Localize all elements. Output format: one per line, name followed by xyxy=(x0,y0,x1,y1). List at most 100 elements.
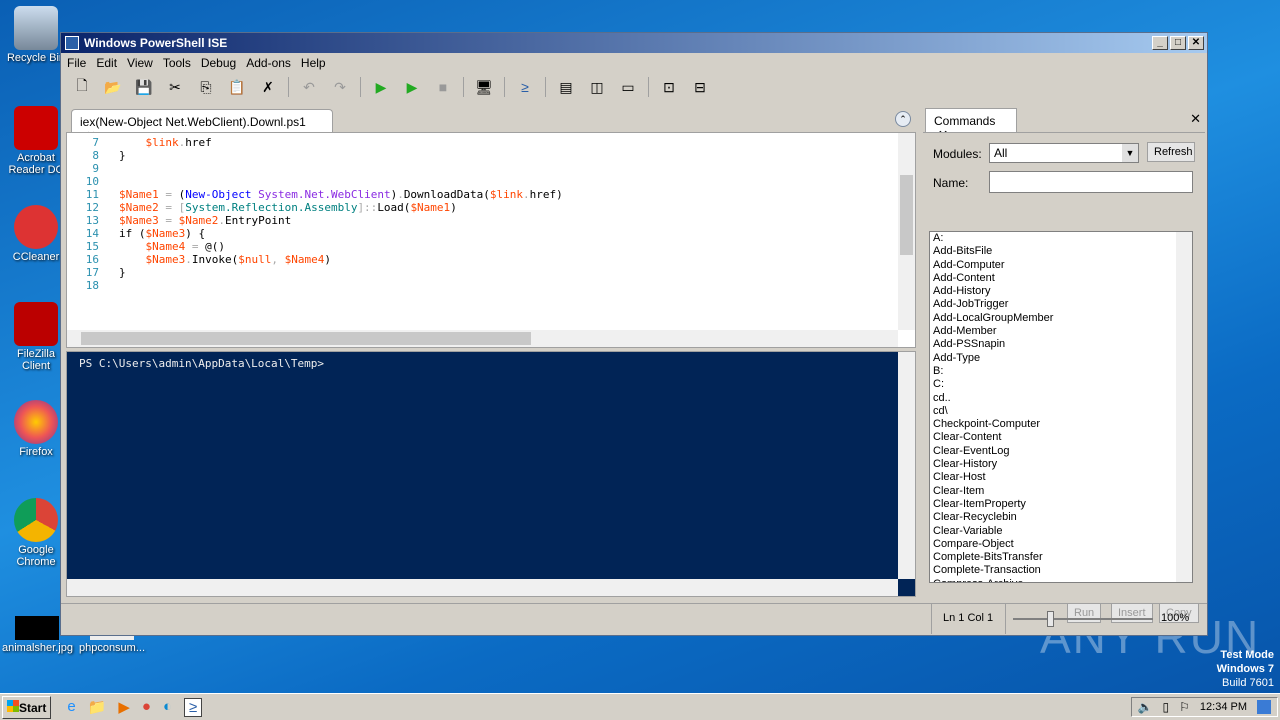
code-line: 16 $Name3.Invoke($null, $Name4) xyxy=(67,253,898,266)
chevron-down-icon[interactable]: ▼ xyxy=(1122,144,1138,162)
token-var: $Name3 xyxy=(145,227,186,240)
command-item[interactable]: Compare-Object xyxy=(930,538,1192,551)
chrome-icon[interactable]: ● xyxy=(142,698,151,717)
flag-icon[interactable]: ⚐ xyxy=(1179,700,1190,714)
open-icon[interactable]: 📂 xyxy=(102,76,124,98)
command-item[interactable]: Compress-Archive xyxy=(930,578,1192,582)
layout-top-icon[interactable]: ▤ xyxy=(555,76,577,98)
command-item[interactable]: Add-LocalGroupMember xyxy=(930,312,1192,325)
command-item[interactable]: Add-History xyxy=(930,285,1192,298)
powershell-ise-task-icon[interactable]: ≥ xyxy=(184,697,203,717)
command-item[interactable]: cd.. xyxy=(930,392,1192,405)
command-item[interactable]: Add-JobTrigger xyxy=(930,298,1192,311)
windows-logo-icon xyxy=(7,699,19,712)
command-item[interactable]: C: xyxy=(930,378,1192,391)
ie-icon[interactable]: e xyxy=(67,698,75,717)
paste-icon[interactable]: 📋 xyxy=(226,76,248,98)
refresh-button[interactable]: Refresh xyxy=(1147,142,1195,162)
code-area[interactable]: 7 $link.href 8} 9 10 11 $Name1 = (New-Object … xyxy=(67,133,898,330)
command-item[interactable]: A: xyxy=(930,232,1192,245)
start-button[interactable]: Start xyxy=(2,695,52,719)
command-item[interactable]: Add-Computer xyxy=(930,259,1192,272)
run-selection-icon[interactable]: ▶ xyxy=(401,76,423,98)
console-horizontal-scrollbar[interactable] xyxy=(67,579,898,596)
show-desktop-icon[interactable] xyxy=(1257,700,1271,714)
command-item[interactable]: Clear-History xyxy=(930,458,1192,471)
clock[interactable]: 12:34 PM xyxy=(1200,701,1247,713)
volume-icon[interactable]: 🔈 xyxy=(1138,700,1153,714)
zoom-slider[interactable] xyxy=(1013,611,1153,627)
cut-icon[interactable]: ✂ xyxy=(164,76,186,98)
minimize-button[interactable]: _ xyxy=(1152,36,1168,50)
menu-help[interactable]: Help xyxy=(301,56,326,70)
show-commands-icon[interactable]: ⊟ xyxy=(689,76,711,98)
recycle-bin-icon xyxy=(14,6,58,50)
command-item[interactable]: Clear-EventLog xyxy=(930,445,1192,458)
redo-icon[interactable]: ↷ xyxy=(329,76,351,98)
edge-icon[interactable]: ◐ xyxy=(163,698,172,717)
console-pane[interactable]: PS C:\Users\admin\AppData\Local\Temp> xyxy=(66,351,916,597)
tab-commands[interactable]: Commands ✕ xyxy=(925,108,1017,142)
explorer-icon[interactable]: 📁 xyxy=(88,698,107,717)
media-player-icon[interactable]: ▶ xyxy=(118,698,130,717)
close-button[interactable]: ✕ xyxy=(1188,36,1204,50)
network-icon[interactable]: ▯ xyxy=(1163,700,1170,714)
layout-right-icon[interactable]: ◫ xyxy=(586,76,608,98)
command-item[interactable]: Clear-Recyclebin xyxy=(930,511,1192,524)
menu-edit[interactable]: Edit xyxy=(96,56,117,70)
editor-horizontal-scrollbar[interactable] xyxy=(67,330,898,347)
command-item[interactable]: Checkpoint-Computer xyxy=(930,418,1192,431)
stop-icon[interactable]: ■ xyxy=(432,76,454,98)
token-var: $Name1 xyxy=(119,188,159,201)
layout-max-icon[interactable]: ▭ xyxy=(617,76,639,98)
menu-view[interactable]: View xyxy=(127,56,153,70)
command-item[interactable]: Clear-Content xyxy=(930,431,1192,444)
command-item[interactable]: Complete-Transaction xyxy=(930,564,1192,577)
console-vertical-scrollbar[interactable] xyxy=(898,352,915,579)
editor-vertical-scrollbar[interactable] xyxy=(898,133,915,330)
modules-select[interactable]: All ▼ xyxy=(989,143,1139,163)
collapse-script-pane-icon[interactable]: ⌃ xyxy=(895,111,911,127)
line-number: 15 xyxy=(85,240,99,253)
scroll-thumb[interactable] xyxy=(81,332,531,345)
remote-icon[interactable]: 🖥 xyxy=(473,76,495,98)
command-item[interactable]: Clear-Variable xyxy=(930,525,1192,538)
command-item[interactable]: Add-BitsFile xyxy=(930,245,1192,258)
script-editor[interactable]: 7 $link.href 8} 9 10 11 $Name1 = (New-Object … xyxy=(66,132,916,348)
commands-list-scrollbar[interactable] xyxy=(1176,232,1192,582)
powershell-icon[interactable]: ≥ xyxy=(514,76,536,98)
token-tname: System.Reflection.Assembly xyxy=(185,201,358,214)
new-icon[interactable]: 🗋 xyxy=(71,76,93,98)
menu-file[interactable]: File xyxy=(67,56,86,70)
tab-script[interactable]: iex(New-Object Net.WebClient).Downl.ps1 … xyxy=(71,109,333,143)
close-panel-icon[interactable]: ✕ xyxy=(1190,111,1201,127)
command-item[interactable]: Clear-Host xyxy=(930,471,1192,484)
command-item[interactable]: Clear-Item xyxy=(930,485,1192,498)
command-item[interactable]: cd\ xyxy=(930,405,1192,418)
show-script-icon[interactable]: ⊡ xyxy=(658,76,680,98)
modules-label: Modules: xyxy=(933,147,982,161)
save-icon[interactable]: 💾 xyxy=(133,76,155,98)
menu-addons[interactable]: Add-ons xyxy=(246,56,291,70)
title-bar[interactable]: Windows PowerShell ISE _ □ ✕ xyxy=(61,33,1207,53)
menu-tools[interactable]: Tools xyxy=(163,56,191,70)
token-plain: Invoke( xyxy=(191,253,239,266)
name-input[interactable] xyxy=(989,171,1193,193)
command-item[interactable]: Complete-BitsTransfer xyxy=(930,551,1192,564)
commands-list[interactable]: A: Add-BitsFile Add-Computer Add-Content Add… xyxy=(929,231,1193,583)
command-item[interactable]: Clear-ItemProperty xyxy=(930,498,1192,511)
command-item[interactable]: B: xyxy=(930,365,1192,378)
zoom-slider-thumb[interactable] xyxy=(1046,611,1054,627)
scroll-thumb[interactable] xyxy=(900,175,913,255)
copy-icon[interactable]: ⎘ xyxy=(195,76,217,98)
undo-icon[interactable]: ↶ xyxy=(298,76,320,98)
run-icon[interactable]: ▶ xyxy=(370,76,392,98)
command-item[interactable]: Add-PSSnapin xyxy=(930,338,1192,351)
command-item[interactable]: Add-Type xyxy=(930,352,1192,365)
clear-icon[interactable]: ✗ xyxy=(257,76,279,98)
menu-debug[interactable]: Debug xyxy=(201,56,236,70)
command-item[interactable]: Add-Member xyxy=(930,325,1192,338)
maximize-button[interactable]: □ xyxy=(1170,36,1186,50)
command-item[interactable]: Add-Content xyxy=(930,272,1192,285)
